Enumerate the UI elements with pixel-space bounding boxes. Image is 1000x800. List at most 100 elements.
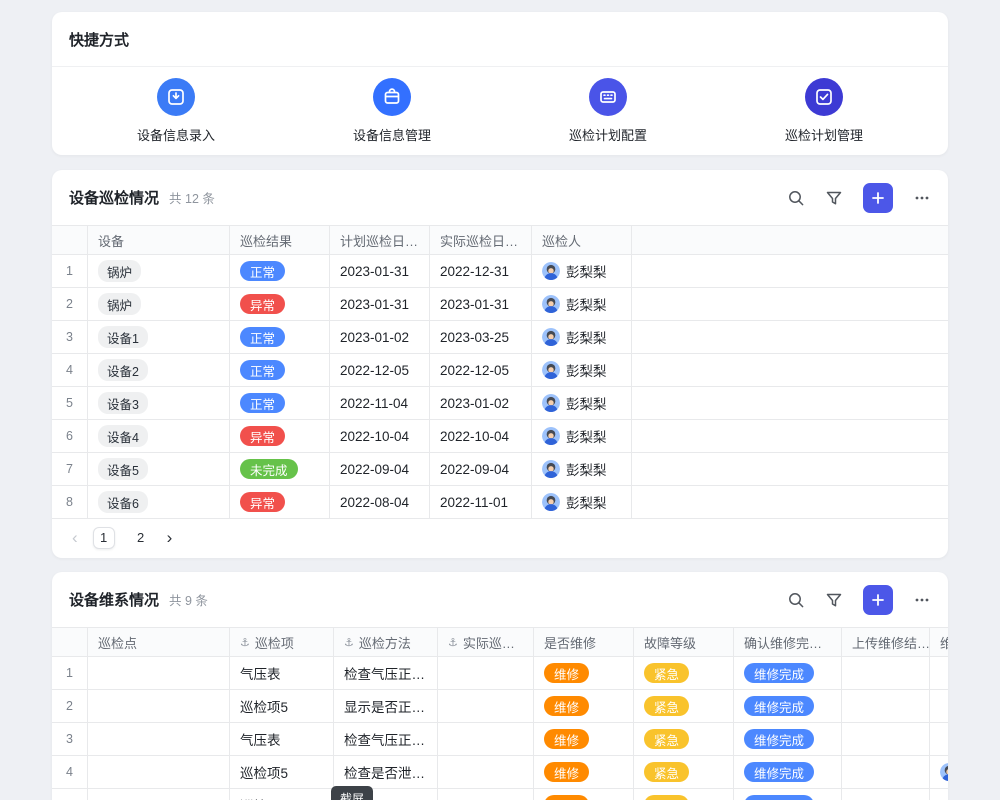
column-header[interactable]: ⚓巡检项 <box>230 628 334 656</box>
more-icon[interactable] <box>913 189 931 207</box>
plan-date-cell[interactable]: 2023-01-31 <box>330 288 430 320</box>
plan-date-cell[interactable]: 2022-11-04 <box>330 387 430 419</box>
point-cell[interactable] <box>88 756 230 788</box>
repair-cell[interactable]: 维修 <box>534 690 634 722</box>
repair-cell[interactable]: 维修 <box>534 723 634 755</box>
upload-cell[interactable] <box>842 789 930 800</box>
item-cell[interactable]: 气压表 <box>230 723 334 755</box>
prev-page-icon[interactable]: ‹ <box>72 528 78 548</box>
upload-cell[interactable] <box>842 657 930 689</box>
confirm-cell[interactable]: 维修完成 <box>734 723 842 755</box>
extra-cell[interactable] <box>930 690 948 722</box>
plan-date-cell[interactable]: 2022-10-04 <box>330 420 430 452</box>
actual-date-cell[interactable]: 2022-11-01 <box>430 486 532 518</box>
more-icon[interactable] <box>913 591 931 609</box>
plan-date-cell[interactable]: 2023-01-31 <box>330 255 430 287</box>
level-cell[interactable]: 紧急 <box>634 756 734 788</box>
inspector-cell[interactable]: 彭梨梨 <box>532 420 632 452</box>
table-row[interactable]: 5巡检项5显示是否正…维修紧急维修完成 <box>52 789 948 800</box>
inspector-cell[interactable]: 彭梨梨 <box>532 255 632 287</box>
shortcut-inspection-plan-manage[interactable]: 巡检计划管理 <box>716 67 932 154</box>
inspector-cell[interactable]: 彭梨梨 <box>532 387 632 419</box>
table-row[interactable]: 8设备6异常2022-08-042022-11-01彭梨梨 <box>52 486 948 519</box>
table-row[interactable]: 4巡检项5检查是否泄…维修紧急维修完成 <box>52 756 948 789</box>
actual-cell[interactable] <box>438 657 534 689</box>
shortcut-inspection-plan-config[interactable]: 巡检计划配置 <box>500 67 716 154</box>
column-header[interactable]: 上传维修结… <box>842 628 930 656</box>
actual-date-cell[interactable]: 2023-01-31 <box>430 288 532 320</box>
shortcut-device-info-entry[interactable]: 设备信息录入 <box>68 67 284 154</box>
table-row[interactable]: 1气压表检查气压正…维修紧急维修完成 <box>52 657 948 690</box>
result-cell[interactable]: 异常 <box>230 288 330 320</box>
level-cell[interactable]: 紧急 <box>634 789 734 800</box>
level-cell[interactable]: 紧急 <box>634 723 734 755</box>
upload-cell[interactable] <box>842 723 930 755</box>
column-header[interactable]: 维 <box>930 628 948 656</box>
shortcut-device-info-manage[interactable]: 设备信息管理 <box>284 67 500 154</box>
point-cell[interactable] <box>88 657 230 689</box>
column-header[interactable]: 是否维修 <box>534 628 634 656</box>
actual-date-cell[interactable]: 2022-10-04 <box>430 420 532 452</box>
point-cell[interactable] <box>88 690 230 722</box>
result-cell[interactable]: 正常 <box>230 321 330 353</box>
result-cell[interactable]: 正常 <box>230 354 330 386</box>
result-cell[interactable]: 正常 <box>230 255 330 287</box>
column-header[interactable]: ⚓实际巡… <box>438 628 534 656</box>
device-cell[interactable]: 设备4 <box>88 420 230 452</box>
item-cell[interactable]: 巡检项5 <box>230 756 334 788</box>
upload-cell[interactable] <box>842 690 930 722</box>
method-cell[interactable]: 检查气压正… <box>334 657 438 689</box>
filter-icon[interactable] <box>825 591 843 609</box>
add-record-button[interactable] <box>863 183 893 213</box>
confirm-cell[interactable]: 维修完成 <box>734 756 842 788</box>
actual-date-cell[interactable]: 2023-01-02 <box>430 387 532 419</box>
inspector-cell[interactable]: 彭梨梨 <box>532 354 632 386</box>
method-cell[interactable]: 检查气压正… <box>334 723 438 755</box>
actual-cell[interactable] <box>438 690 534 722</box>
level-cell[interactable]: 紧急 <box>634 690 734 722</box>
inspector-cell[interactable]: 彭梨梨 <box>532 321 632 353</box>
extra-cell[interactable] <box>930 657 948 689</box>
column-header[interactable]: 计划巡检日… <box>330 226 430 254</box>
device-cell[interactable]: 设备6 <box>88 486 230 518</box>
level-cell[interactable]: 紧急 <box>634 657 734 689</box>
actual-date-cell[interactable]: 2022-12-05 <box>430 354 532 386</box>
search-icon[interactable] <box>787 591 805 609</box>
plan-date-cell[interactable]: 2022-12-05 <box>330 354 430 386</box>
table-row[interactable]: 7设备5未完成2022-09-042022-09-04彭梨梨 <box>52 453 948 486</box>
upload-cell[interactable] <box>842 756 930 788</box>
point-cell[interactable] <box>88 789 230 800</box>
device-cell[interactable]: 设备1 <box>88 321 230 353</box>
column-header[interactable]: 巡检点 <box>88 628 230 656</box>
result-cell[interactable]: 正常 <box>230 387 330 419</box>
add-record-button[interactable] <box>863 585 893 615</box>
table-row[interactable]: 3设备1正常2023-01-022023-03-25彭梨梨 <box>52 321 948 354</box>
device-cell[interactable]: 设备5 <box>88 453 230 485</box>
column-header[interactable]: 巡检人 <box>532 226 632 254</box>
column-header[interactable]: 故障等级 <box>634 628 734 656</box>
page-button-2[interactable]: 2 <box>130 527 152 549</box>
column-header[interactable]: ⚓巡检方法 <box>334 628 438 656</box>
plan-date-cell[interactable]: 2022-08-04 <box>330 486 430 518</box>
result-cell[interactable]: 异常 <box>230 420 330 452</box>
actual-date-cell[interactable]: 2023-03-25 <box>430 321 532 353</box>
filter-icon[interactable] <box>825 189 843 207</box>
item-cell[interactable]: 巡检项5 <box>230 789 334 800</box>
item-cell[interactable]: 巡检项5 <box>230 690 334 722</box>
next-page-icon[interactable]: › <box>167 528 173 548</box>
confirm-cell[interactable]: 维修完成 <box>734 657 842 689</box>
method-cell[interactable]: 显示是否正… <box>334 690 438 722</box>
table-row[interactable]: 1锅炉正常2023-01-312022-12-31彭梨梨 <box>52 255 948 288</box>
inspector-cell[interactable]: 彭梨梨 <box>532 288 632 320</box>
actual-cell[interactable] <box>438 723 534 755</box>
actual-cell[interactable] <box>438 756 534 788</box>
extra-cell[interactable] <box>930 723 948 755</box>
page-button-1[interactable]: 1 <box>93 527 115 549</box>
extra-cell[interactable] <box>930 789 948 800</box>
column-header[interactable]: 设备 <box>88 226 230 254</box>
actual-date-cell[interactable]: 2022-12-31 <box>430 255 532 287</box>
search-icon[interactable] <box>787 189 805 207</box>
table-row[interactable]: 6设备4异常2022-10-042022-10-04彭梨梨 <box>52 420 948 453</box>
extra-cell[interactable] <box>930 756 948 788</box>
point-cell[interactable] <box>88 723 230 755</box>
